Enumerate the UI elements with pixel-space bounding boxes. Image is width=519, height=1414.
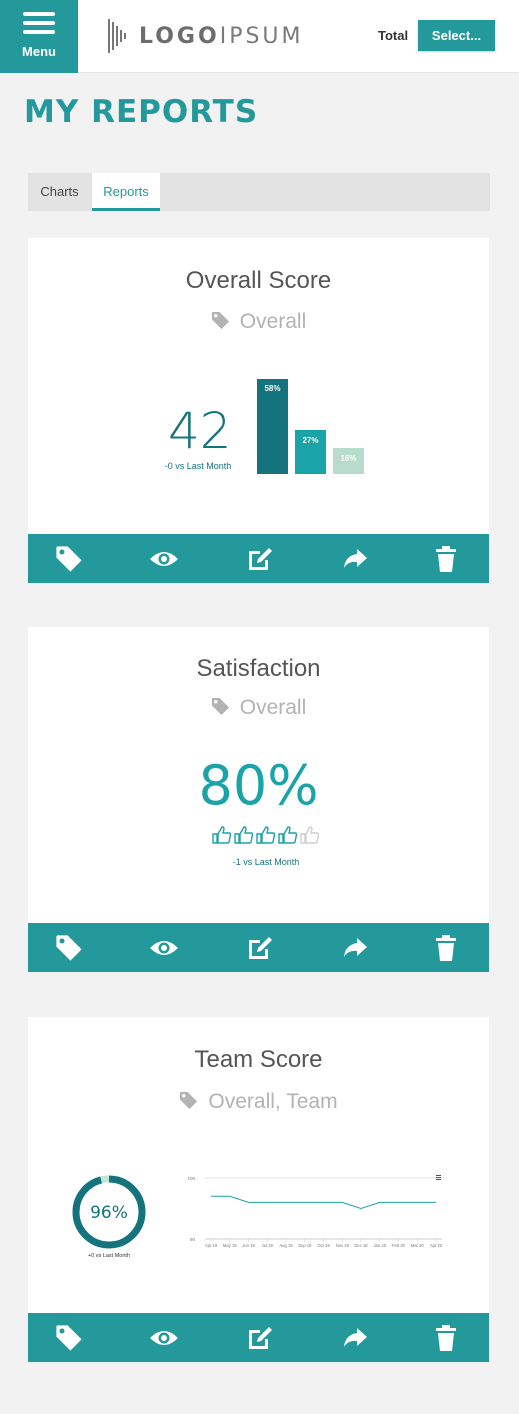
bar-2: 27% [295,429,326,474]
tag-action-button[interactable] [49,1313,89,1362]
bar-data-label: 27% [302,435,319,445]
trash-icon [436,545,456,572]
share-action-button[interactable] [335,923,375,972]
x-tick-label: Aug 19 [279,1243,293,1248]
thumbs-up-icon [256,826,276,844]
tag-icon [56,545,82,572]
card-action-bar [28,923,489,972]
thumbs-up-icon [234,826,254,844]
y-tick-label: 90 [190,1237,196,1242]
team-score-gauge: 96% +0 vs Last Month [72,1175,146,1259]
card-action-bar [28,1313,489,1362]
delete-action-button[interactable] [426,1313,466,1362]
team-charts: 96% +0 vs Last Month 100 90 Apr 19 May 19 Ju… [72,1175,443,1259]
view-action-button[interactable] [144,1313,184,1362]
page-title: MY REPORTS [24,94,259,130]
x-tick-label: Apr 20 [430,1243,443,1248]
logo-mark-icon [108,19,126,53]
edit-action-button[interactable] [240,534,280,583]
tag-action-button[interactable] [49,534,89,583]
x-tick-label: Jan 20 [373,1243,386,1248]
thumbs-up-icon [212,826,232,844]
view-action-button[interactable] [144,923,184,972]
tag-action-button[interactable] [49,923,89,972]
card-action-bar [28,534,489,583]
x-tick-label: Feb 20 [392,1243,406,1248]
edit-icon [249,547,272,570]
x-tick-label: Mar 20 [411,1243,425,1248]
trash-icon [436,1324,456,1351]
total-label: Total [378,28,409,43]
satisfaction-rating [211,825,321,845]
comparison-text: -1 vs Last Month [232,857,300,867]
total-select-button[interactable]: Select... [418,20,495,51]
tag-icon [211,311,229,330]
y-tick-label: 100 [187,1176,195,1181]
edit-action-button[interactable] [240,1313,280,1362]
thumbs-up-icon [300,826,320,844]
comparison-text: -0 vs Last Month [164,461,232,471]
chart-menu-icon[interactable] [436,1175,441,1180]
tab-bar: Charts Reports [28,173,490,211]
menu-button[interactable]: Menu [0,0,78,73]
tab-charts[interactable]: Charts [28,173,91,211]
x-tick-label: Nov 19 [336,1243,350,1248]
top-bar: Menu LOGOIPSUM Total Select... [0,0,519,73]
share-icon [344,548,367,568]
overall-score-value: 42 [168,402,232,460]
tag-icon [56,934,82,961]
card-tag: Overall [28,310,489,334]
edit-icon [249,936,272,959]
delete-action-button[interactable] [426,534,466,583]
x-tick-label: Apr 19 [205,1243,218,1248]
satisfaction-card: Satisfaction Overall 80% -1 vs Last Mont… [28,627,489,972]
eye-icon [150,551,178,566]
hamburger-icon [23,12,55,34]
x-tick-label: May 19 [223,1243,237,1248]
tag-icon [180,1091,198,1110]
thumbs-up-icon [278,826,298,844]
edit-action-button[interactable] [240,923,280,972]
x-tick-label: Jun 19 [242,1243,255,1248]
edit-icon [249,1326,272,1349]
view-action-button[interactable] [144,534,184,583]
menu-label: Menu [22,44,56,59]
team-score-line-chart: 100 90 Apr 19 May 19 Jun 19 Jul 19 Aug 19 Sep 1… [187,1176,442,1248]
card-title: Overall Score [185,267,332,294]
trash-icon [436,934,456,961]
bar-1: 58% [257,379,288,474]
comparison-text: +0 vs Last Month [88,1253,130,1259]
logo: LOGOIPSUM [107,17,304,55]
share-action-button[interactable] [335,534,375,583]
gauge-value: 96% [90,1203,128,1223]
eye-icon [150,1330,178,1345]
bar-data-label: 58% [264,384,281,393]
series-line [211,1195,436,1210]
card-title: Team Score [194,1046,323,1073]
x-tick-label: Jul 19 [262,1243,274,1248]
bar-data-label: 16% [340,453,357,463]
card-tag: Overall, Team [28,1090,489,1114]
card-tag: Overall [28,696,489,720]
share-icon [344,1327,367,1347]
share-action-button[interactable] [335,1313,375,1362]
tag-icon [56,1324,82,1351]
tab-reports[interactable]: Reports [92,173,160,211]
card-title: Satisfaction [196,655,321,682]
tag-icon [211,697,229,716]
bar-3: 16% [333,447,364,474]
logo-text: LOGOIPSUM [139,23,304,49]
team-score-card: Team Score Overall, Team 96% +0 vs Last … [28,1017,489,1362]
x-tick-label: Oct 19 [317,1243,330,1248]
x-tick-label: Sep 19 [298,1243,312,1248]
eye-icon [150,940,178,955]
overall-score-card: Overall Score Overall 42 -0 vs Last Mont… [28,238,489,583]
satisfaction-value: 80% [198,754,319,817]
x-tick-label: Dec 19 [354,1243,368,1248]
delete-action-button[interactable] [426,923,466,972]
share-icon [344,937,367,957]
